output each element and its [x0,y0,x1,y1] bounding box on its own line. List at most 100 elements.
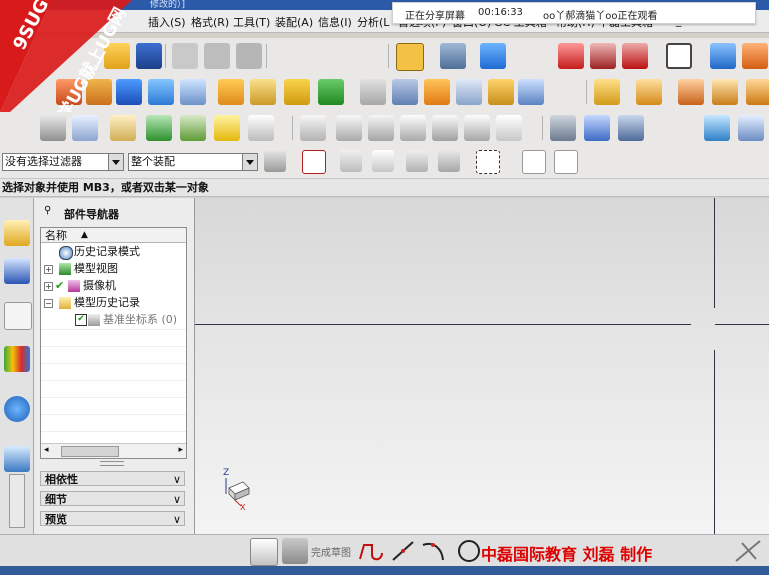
menu-tools[interactable]: 工具(T) [233,14,270,30]
background-color-icon[interactable] [666,43,692,69]
sketch-arc-icon[interactable] [420,539,446,563]
oh-surface-icon[interactable] [464,115,490,141]
menu-format[interactable]: 格式(R) [191,14,229,30]
tree-node-history-mode[interactable]: 历史记录模式 [41,244,186,260]
finish-sketch-icon[interactable] [282,538,308,564]
wireframe-icon[interactable] [590,43,616,69]
database-icon[interactable] [550,115,576,141]
shaded-view-icon[interactable] [440,43,466,69]
expand-icon[interactable]: + [44,265,53,274]
layer-settings-icon[interactable] [40,115,66,141]
assembly-select-icon[interactable] [264,150,286,172]
edge-blend-icon[interactable] [424,79,450,105]
preview-panel[interactable]: 预览 ∨ [40,511,185,526]
spreadsheet-icon[interactable] [738,115,764,141]
cut-icon[interactable] [172,43,198,69]
subtract-icon[interactable] [392,79,418,105]
selection-scope-select[interactable]: 整个装配 [128,153,258,171]
edit-object-display-icon[interactable] [110,115,136,141]
sketch-icon[interactable] [250,538,278,566]
hidden-edges-icon[interactable] [622,43,648,69]
chamfer-icon[interactable] [456,79,482,105]
rectangle-select-icon[interactable] [476,150,500,174]
expand-icon[interactable]: + [44,282,53,291]
splitter-handle[interactable] [100,461,124,466]
details-panel[interactable]: 细节 ∨ [40,491,185,506]
scale-body-icon[interactable] [712,79,738,105]
paste-icon[interactable] [236,43,262,69]
gs-surface-icon[interactable] [368,115,394,141]
finish-sketch-label[interactable]: 完成草图 [311,544,351,559]
thicken-icon[interactable] [746,79,769,105]
copy-icon[interactable] [204,43,230,69]
pattern-icon[interactable] [218,79,244,105]
cylinder-icon[interactable] [148,79,174,105]
save-icon[interactable] [136,43,162,69]
point-icon[interactable] [318,79,344,105]
checkbox-checked-icon[interactable]: ✔ [75,314,87,326]
through-curve-mesh-icon[interactable] [336,115,362,141]
scroll-left-icon[interactable]: ◂ [44,445,49,455]
transform-icon[interactable] [406,150,428,172]
tree-node-model-history[interactable]: − 模型历史记录 [41,295,186,311]
menu-information[interactable]: 信息(I) [318,14,352,30]
tree-node-model-views[interactable]: + 模型视图 [41,261,186,277]
sketch-circle-icon[interactable] [456,539,482,563]
constraint-navigator-tab[interactable] [4,258,30,284]
type-filter-select[interactable]: 没有选择过滤器 [2,153,124,171]
datum-axis-icon[interactable] [284,79,310,105]
history-tab[interactable] [4,446,30,472]
tool-icon[interactable] [584,115,610,141]
analysis-icon[interactable] [214,115,240,141]
undo-selection-icon[interactable] [340,150,362,172]
profile-icon[interactable] [358,539,386,563]
os-surface-icon[interactable] [400,115,426,141]
select-feature-icon[interactable] [302,150,326,174]
hole-icon[interactable] [180,79,206,105]
tree-node-datum-csys[interactable]: ✔ 基准坐标系 (0) [41,312,186,328]
abc-annotation-icon[interactable] [248,115,274,141]
menu-assemblies[interactable]: 装配(A) [275,14,313,30]
reuse-library-tab[interactable] [4,346,30,372]
name-column-header[interactable]: 名称 ▲ [41,228,186,243]
menu-analysis[interactable]: 分析(L [357,14,389,30]
view-select-icon[interactable] [372,150,394,172]
web-browser-tab[interactable] [4,396,30,422]
tree-node-cameras[interactable]: + ✔ 摄像机 [41,278,186,294]
snap-settings-icon[interactable] [554,150,578,174]
unite-icon[interactable] [360,79,386,105]
scroll-thumb[interactable] [61,446,119,457]
sketch-trim-icon[interactable] [734,539,764,563]
collapse-icon[interactable]: − [44,299,53,308]
snap-points-icon[interactable] [522,150,546,174]
datum-plane-icon[interactable] [250,79,276,105]
layer-visible-icon[interactable] [72,115,98,141]
pin-icon[interactable]: ⚲ [44,205,51,216]
graphics-window[interactable]: Z X [195,198,769,534]
assembly-constraint-icon[interactable] [742,43,768,69]
part-navigator-tab[interactable] [4,302,32,330]
wrench-icon[interactable] [618,115,644,141]
resource-bar-scroller[interactable] [9,474,25,528]
paint-icon[interactable] [438,150,460,172]
fit-view-icon[interactable] [396,43,424,71]
draft-icon[interactable] [518,79,544,105]
iso-view-icon[interactable] [480,43,506,69]
split-body-icon[interactable] [636,79,662,105]
clipping-icon[interactable] [558,43,584,69]
product-interface-icon[interactable] [704,115,730,141]
dependencies-panel[interactable]: 相依性 ∨ [40,471,185,486]
trim-body-icon[interactable] [594,79,620,105]
sketch-line-icon[interactable] [390,539,416,563]
through-curves-icon[interactable] [300,115,326,141]
menu-insert[interactable]: 插入(S) [148,14,186,30]
measure-icon[interactable] [180,115,206,141]
offset-face-icon[interactable] [678,79,704,105]
section-surface-icon[interactable] [496,115,522,141]
gh-surface-icon[interactable] [432,115,458,141]
assembly-navigator-tab[interactable] [4,220,30,246]
show-hide-icon[interactable] [146,115,172,141]
move-component-icon[interactable] [710,43,736,69]
shell-icon[interactable] [488,79,514,105]
horizontal-scrollbar[interactable]: ◂ ▸ [41,443,186,458]
